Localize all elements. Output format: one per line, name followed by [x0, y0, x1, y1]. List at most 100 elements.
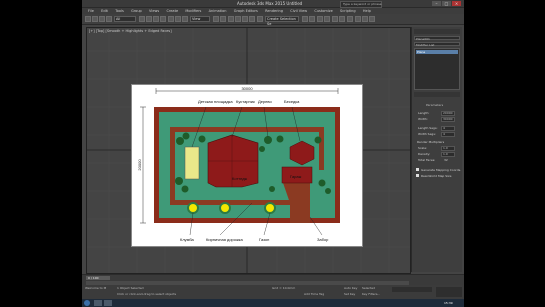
site-plan-plane[interactable]: 30000 20000 Детская площадка Кустарник Д…	[131, 84, 363, 247]
width-segs-spinner[interactable]: 4	[441, 132, 455, 137]
param-width[interactable]: Width: 30000	[414, 117, 459, 122]
param-density[interactable]: Density: 1.0	[414, 152, 459, 157]
windows-taskbar: 15:39	[82, 299, 464, 307]
label-gazebo: Беседка	[284, 99, 300, 104]
unlink-icon[interactable]	[106, 16, 112, 22]
modifier-stack[interactable]: Plane	[414, 48, 460, 90]
search-input[interactable]: Type a keyword or phrase	[340, 1, 382, 8]
time-slider-thumb[interactable]: 0 / 100	[86, 276, 110, 280]
rect-selection-icon[interactable]	[153, 16, 159, 22]
link-icon[interactable]	[99, 16, 105, 22]
named-selection-dropdown[interactable]: Create Selection Se	[265, 16, 299, 26]
auto-key-button[interactable]: Auto Key	[344, 286, 357, 290]
length-segs-spinner[interactable]: 4	[441, 126, 455, 131]
curve-editor-icon[interactable]	[332, 16, 338, 22]
param-length-segs[interactable]: Length Segs: 4	[414, 126, 459, 131]
render-multipliers-group: Render Multipliers	[417, 140, 445, 144]
label-tree: Дерево	[258, 99, 272, 104]
select-by-name-icon[interactable]	[146, 16, 152, 22]
material-editor-icon[interactable]	[347, 16, 353, 22]
param-length[interactable]: Length: 20000	[414, 111, 459, 116]
set-key-button[interactable]: Set Key	[344, 292, 355, 296]
window-crossing-icon[interactable]	[160, 16, 166, 22]
flowerbed-icon	[189, 204, 197, 212]
tree-icon	[264, 136, 272, 144]
parameters-rollout-title[interactable]: Parameters	[426, 103, 443, 107]
pivot-icon[interactable]	[213, 16, 219, 22]
brick-path-left	[170, 127, 175, 205]
label-flowerbed: Клумба	[180, 237, 195, 242]
undo-icon[interactable]	[85, 16, 91, 22]
command-panel-tabs[interactable]	[414, 29, 460, 34]
mirror-icon[interactable]	[302, 16, 308, 22]
layer-explorer-icon[interactable]	[317, 16, 323, 22]
scale-icon[interactable]	[182, 16, 188, 22]
label-house: Коттедж	[232, 176, 248, 181]
real-world-map-checkbox[interactable]: Real-World Map Size	[414, 174, 459, 178]
align-icon[interactable]	[309, 16, 315, 22]
object-name-field[interactable]: Plane001	[414, 36, 460, 41]
modifier-list-label: Modifier List	[416, 43, 435, 47]
generate-mapping-checkbox[interactable]: Generate Mapping Coords.	[414, 168, 461, 172]
reference-coord-dropdown[interactable]: View	[190, 16, 210, 22]
density-spinner[interactable]: 1.0	[441, 152, 455, 157]
tree-icon	[259, 146, 265, 152]
edit-named-sets-icon[interactable]	[257, 16, 263, 22]
key-filters-button[interactable]: Key Filters...	[362, 292, 380, 296]
tree-icon	[176, 137, 184, 145]
tree-icon	[314, 136, 322, 144]
taskbar-3dsmax-icon[interactable]	[104, 300, 112, 306]
tree-icon	[181, 185, 189, 193]
scale-spinner[interactable]: 1.0	[441, 146, 455, 151]
ribbon-icon[interactable]	[324, 16, 330, 22]
selection-filter-dropdown[interactable]: All	[114, 16, 136, 22]
move-icon[interactable]	[168, 16, 174, 22]
taskbar-explorer-icon[interactable]	[94, 300, 102, 306]
maxscript-listener[interactable]: Welcome to M	[85, 286, 106, 290]
render-icon[interactable]	[369, 16, 375, 22]
brick-path-top	[170, 127, 324, 132]
redo-icon[interactable]	[92, 16, 98, 22]
height-dimension: 20000	[137, 159, 142, 171]
tree-icon	[269, 186, 275, 192]
schematic-view-icon[interactable]	[339, 16, 345, 22]
add-time-tag-button[interactable]: Add Time Tag	[304, 292, 324, 296]
label-playground: Детская площадка	[198, 99, 233, 104]
param-width-segs[interactable]: Width Segs: 4	[414, 132, 459, 137]
viewport-label[interactable]: [+] [Top] [Smooth + Highlights + Edged F…	[89, 29, 172, 33]
select-manipulate-icon[interactable]	[220, 16, 226, 22]
stack-item-plane[interactable]: Plane	[416, 50, 458, 54]
search-placeholder: Type a keyword or phrase	[343, 2, 382, 6]
tree-icon	[276, 135, 284, 143]
spinner-snap-icon[interactable]	[249, 16, 255, 22]
playback-controls[interactable]	[392, 287, 432, 292]
key-mode-dropdown[interactable]: Selected	[362, 286, 375, 290]
render-frame-icon[interactable]	[362, 16, 368, 22]
brick-path-right	[319, 127, 324, 170]
rotate-icon[interactable]	[175, 16, 181, 22]
command-panel: Plane001 Modifier List Plane Parameters …	[411, 27, 462, 272]
width-spinner[interactable]: 30000	[441, 117, 455, 122]
length-spinner[interactable]: 20000	[441, 111, 455, 116]
close-button[interactable]: ×	[452, 1, 461, 6]
main-toolbar: All View Create Selection Se	[82, 14, 464, 26]
tree-icon	[182, 132, 190, 140]
percent-snap-icon[interactable]	[242, 16, 248, 22]
start-button-icon[interactable]	[84, 300, 90, 306]
maximize-button[interactable]: □	[442, 1, 451, 6]
stack-toolbar[interactable]	[414, 92, 460, 97]
snaps-toggle-icon[interactable]	[228, 16, 234, 22]
modifier-list-dropdown[interactable]: Modifier List	[414, 42, 460, 47]
viewport-navigation-controls[interactable]	[436, 287, 462, 297]
label-lawn: Газон	[259, 237, 269, 242]
tree-icon	[318, 179, 326, 187]
title-bar: Autodesk 3ds Max 2015 Untitled Type a ke…	[82, 0, 464, 8]
label-garage: Гараж	[290, 174, 302, 179]
width-dimension: 30000	[241, 86, 253, 91]
render-setup-icon[interactable]	[355, 16, 361, 22]
param-scale[interactable]: Scale: 1.0	[414, 146, 459, 151]
angle-snap-icon[interactable]	[235, 16, 241, 22]
minimize-button[interactable]: –	[432, 1, 441, 6]
viewport-top[interactable]: [+] [Top] [Smooth + Highlights + Edged F…	[86, 27, 411, 274]
select-object-icon[interactable]	[139, 16, 145, 22]
